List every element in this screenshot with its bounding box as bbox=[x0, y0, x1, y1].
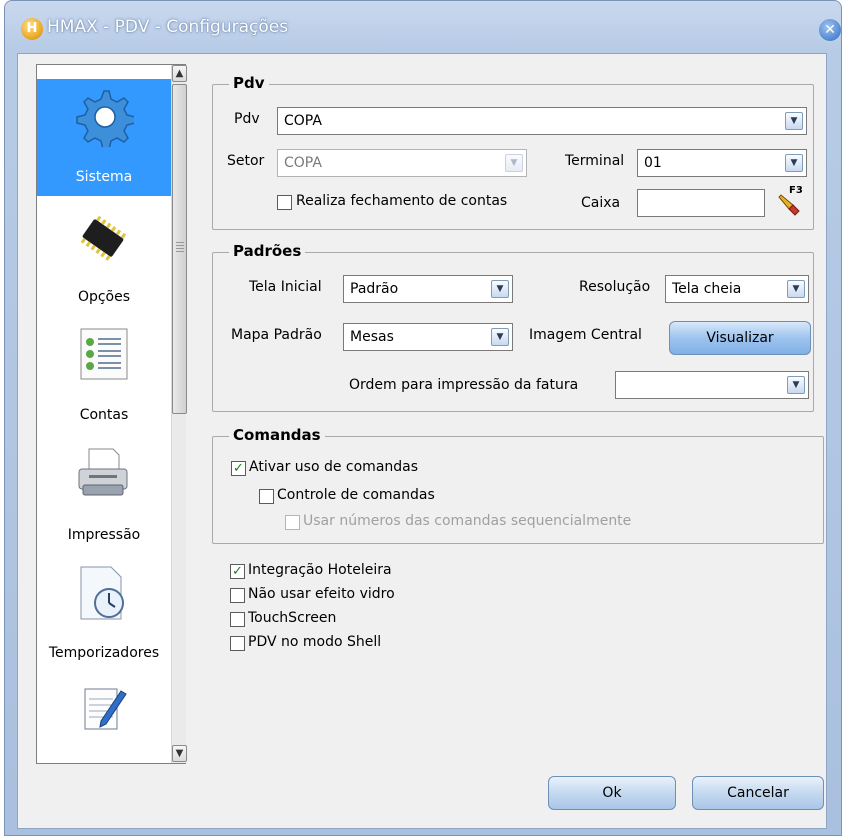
efeito-vidro-label: Não usar efeito vidro bbox=[248, 586, 395, 602]
group-title: Pdv bbox=[229, 74, 269, 92]
controle-comandas-label: Controle de comandas bbox=[277, 487, 435, 503]
modo-shell-checkbox[interactable] bbox=[230, 636, 245, 651]
caixa-input[interactable] bbox=[637, 189, 765, 217]
group-title: Padrões bbox=[229, 242, 306, 260]
sequencial-checkbox bbox=[285, 515, 300, 530]
padroes-group: Padrões Tela Inicial Padrão ▼ Resolução … bbox=[212, 242, 814, 412]
printer-icon bbox=[78, 448, 128, 496]
terminal-select[interactable]: 01 ▼ bbox=[637, 149, 807, 177]
chevron-down-icon: ▼ bbox=[787, 376, 805, 394]
pdv-group: Pdv Pdv COPA ▼ Setor COPA ▼ Terminal 01 … bbox=[212, 74, 814, 230]
sequencial-label: Usar números das comandas sequencialment… bbox=[303, 513, 632, 529]
f3-lookup-button[interactable]: F3 bbox=[773, 185, 807, 219]
ativar-comandas-checkbox[interactable]: ✓ bbox=[231, 461, 246, 476]
sidebar-item-temporizadores[interactable]: Temporizadores bbox=[37, 561, 171, 671]
selected-value: 01 bbox=[644, 155, 662, 171]
cancel-button[interactable]: Cancelar bbox=[692, 776, 824, 810]
list-icon bbox=[80, 328, 128, 380]
selected-value: Mesas bbox=[350, 329, 394, 345]
sidebar-scrollbar[interactable]: ▲ ▼ bbox=[171, 65, 187, 763]
pdv-select[interactable]: COPA ▼ bbox=[277, 107, 807, 135]
gear-icon bbox=[76, 90, 134, 147]
fechamento-checkbox[interactable] bbox=[277, 195, 292, 210]
sidebar-item-sistema[interactable]: Sistema bbox=[37, 79, 171, 196]
app-logo-icon: H bbox=[21, 18, 43, 40]
config-window: H HMAX - PDV - Configurações ✕ Sistema O… bbox=[4, 0, 842, 836]
chevron-down-icon: ▼ bbox=[505, 154, 523, 172]
setor-label: Setor bbox=[227, 153, 265, 169]
touchscreen-checkbox[interactable] bbox=[230, 612, 245, 627]
sidebar-item-contas[interactable]: Contas bbox=[37, 323, 171, 433]
sidebar-item-opcoes[interactable]: Opções bbox=[37, 205, 171, 315]
group-title: Comandas bbox=[229, 426, 325, 444]
chevron-down-icon: ▼ bbox=[785, 112, 803, 130]
category-sidebar: Sistema Opções Contas Impressão Temporiz… bbox=[36, 64, 187, 764]
ordem-impressao-select[interactable]: ▼ bbox=[615, 371, 809, 399]
f3-shortcut-label: F3 bbox=[789, 185, 803, 196]
sidebar-item-impressao[interactable]: Impressão bbox=[37, 441, 171, 553]
resolucao-select[interactable]: Tela cheia ▼ bbox=[665, 275, 809, 303]
scroll-up-button[interactable]: ▲ bbox=[172, 65, 187, 82]
selected-value: Padrão bbox=[350, 281, 399, 297]
visualizar-button[interactable]: Visualizar bbox=[669, 321, 811, 355]
caixa-label: Caixa bbox=[581, 195, 621, 211]
ok-button[interactable]: Ok bbox=[548, 776, 676, 810]
title-bar[interactable]: H HMAX - PDV - Configurações ✕ bbox=[5, 1, 841, 53]
integracao-label: Integração Hoteleira bbox=[248, 562, 392, 578]
notepad-icon bbox=[84, 688, 127, 730]
selected-value: COPA bbox=[284, 113, 322, 129]
terminal-label: Terminal bbox=[565, 153, 625, 169]
dialog-body: Sistema Opções Contas Impressão Temporiz… bbox=[17, 53, 827, 829]
touchscreen-label: TouchScreen bbox=[248, 610, 337, 626]
sidebar-item-label: Sistema bbox=[75, 169, 133, 185]
comandas-group: Comandas ✓ Ativar uso de comandas Contro… bbox=[212, 426, 824, 544]
sidebar-item-label: Opções bbox=[77, 289, 131, 305]
sidebar-item-label: Contas bbox=[79, 407, 129, 423]
integracao-checkbox[interactable]: ✓ bbox=[230, 564, 245, 579]
controle-comandas-checkbox[interactable] bbox=[259, 489, 274, 504]
close-button[interactable]: ✕ bbox=[819, 19, 841, 41]
sidebar-item-label: Impressão bbox=[67, 527, 141, 543]
pdv-label: Pdv bbox=[234, 111, 260, 127]
modo-shell-label: PDV no modo Shell bbox=[248, 634, 382, 650]
tela-inicial-select[interactable]: Padrão ▼ bbox=[343, 275, 513, 303]
selected-value: Tela cheia bbox=[672, 281, 742, 297]
tela-inicial-label: Tela Inicial bbox=[249, 279, 322, 295]
chevron-down-icon: ▼ bbox=[491, 328, 509, 346]
sidebar-item-label: Temporizadores bbox=[48, 645, 160, 661]
fechamento-label: Realiza fechamento de contas bbox=[296, 193, 508, 209]
chevron-down-icon: ▼ bbox=[491, 280, 509, 298]
timer-icon bbox=[80, 566, 124, 620]
scroll-thumb[interactable] bbox=[172, 84, 187, 414]
chip-icon bbox=[80, 215, 127, 261]
ativar-comandas-label: Ativar uso de comandas bbox=[249, 459, 419, 475]
mapa-padrao-select[interactable]: Mesas ▼ bbox=[343, 323, 513, 351]
sidebar-item-notas[interactable] bbox=[37, 679, 171, 749]
chevron-down-icon: ▼ bbox=[785, 154, 803, 172]
grip-icon bbox=[176, 242, 184, 252]
imagem-central-label: Imagem Central bbox=[529, 327, 642, 343]
setor-select: COPA ▼ bbox=[277, 149, 527, 177]
selected-value: COPA bbox=[284, 155, 322, 171]
chevron-down-icon: ▼ bbox=[787, 280, 805, 298]
resolucao-label: Resolução bbox=[579, 279, 651, 295]
ordem-impressao-label: Ordem para impressão da fatura bbox=[349, 377, 579, 393]
window-title: HMAX - PDV - Configurações bbox=[47, 17, 289, 37]
scroll-down-button[interactable]: ▼ bbox=[172, 745, 187, 762]
mapa-padrao-label: Mapa Padrão bbox=[231, 327, 322, 343]
efeito-vidro-checkbox[interactable] bbox=[230, 588, 245, 603]
